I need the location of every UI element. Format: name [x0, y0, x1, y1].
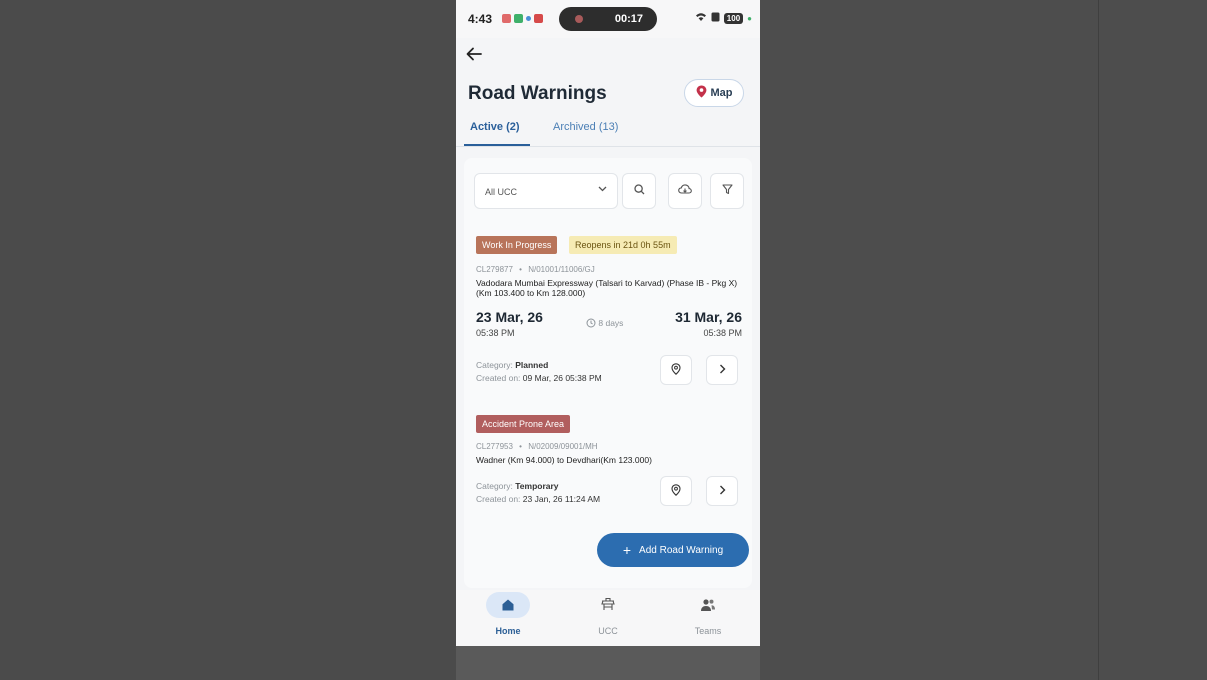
duration-text: 8 days: [598, 318, 624, 328]
location-button[interactable]: [660, 355, 692, 385]
location-button[interactable]: [660, 476, 692, 506]
duration: 8 days: [586, 318, 623, 328]
home-icon: [486, 592, 530, 618]
nav-teams-label: Teams: [694, 626, 722, 636]
add-road-warning-label: Add Road Warning: [639, 544, 724, 556]
filter-icon: [721, 182, 733, 200]
created-label: Created on:: [476, 373, 521, 383]
battery-icon: 100: [723, 13, 744, 24]
warning-description: Vadodara Mumbai Expressway (Talsari to K…: [476, 278, 738, 298]
chevron-right-icon: [719, 363, 726, 377]
end-date: 31 Mar, 26: [675, 309, 742, 325]
add-road-warning-button[interactable]: + Add Road Warning: [597, 533, 749, 567]
background-edge: [1098, 0, 1099, 680]
notification-icon: [514, 13, 523, 23]
created-on: Created on: 09 Mar, 26 05:38 PM: [476, 373, 602, 383]
nav-ucc[interactable]: UCC: [568, 592, 648, 636]
created-on: Created on: 23 Jan, 26 11:24 AM: [476, 494, 600, 504]
status-time: 4:43: [468, 12, 493, 26]
open-details-button[interactable]: [706, 476, 738, 506]
warning-route: N/01001/11006/GJ: [528, 265, 595, 274]
ucc-select[interactable]: All UCC: [474, 173, 618, 209]
nav-home-label: Home: [495, 626, 521, 636]
category-value: Temporary: [515, 481, 559, 491]
status-bar: 4:43 00:17 100 ●: [456, 0, 760, 38]
recording-timer: 00:17: [614, 13, 643, 25]
background-left: [0, 0, 456, 680]
cloud-download-icon: [678, 182, 692, 200]
plus-icon: +: [622, 542, 632, 558]
nfc-icon: [711, 12, 720, 25]
record-dot-icon: [575, 15, 583, 23]
start-time: 05:38 PM: [476, 328, 515, 338]
page-title: Road Warnings: [468, 83, 607, 104]
recording-pill[interactable]: 00:17: [559, 7, 657, 31]
category-value: Planned: [515, 360, 549, 370]
map-pin-icon: [696, 85, 707, 101]
warning-meta: CL277953 • N/02009/09001/MH: [476, 442, 598, 451]
warning-meta: CL279877 • N/01001/11006/GJ: [476, 265, 595, 274]
search-button[interactable]: [622, 173, 656, 209]
status-badge: Work In Progress: [476, 236, 558, 254]
notification-icon: [502, 13, 511, 23]
category-label: Category:: [476, 360, 513, 370]
created-value: 09 Mar, 26 05:38 PM: [522, 373, 602, 383]
warning-description: Wadner (Km 94.000) to Devdhari(Km 123.00…: [476, 455, 652, 465]
separator: •: [519, 442, 522, 451]
nav-ucc-label: UCC: [598, 626, 618, 636]
map-button-label: Map: [710, 87, 733, 99]
ucc-icon: [586, 592, 630, 618]
warning-route: N/02009/09001/MH: [528, 442, 598, 451]
reopen-badge: Reopens in 21d 0h 55m: [569, 236, 677, 254]
end-time: 05:38 PM: [703, 328, 742, 338]
map-button[interactable]: Map: [684, 79, 744, 107]
download-button[interactable]: [668, 173, 702, 209]
start-date: 23 Mar, 26: [476, 309, 543, 325]
warning-id: CL279877: [476, 265, 513, 274]
nav-teams[interactable]: Teams: [668, 592, 748, 636]
category: Category: Planned: [476, 360, 548, 370]
background-right: [760, 0, 1207, 680]
ucc-select-value: All UCC: [485, 187, 518, 197]
notification-icon: [526, 15, 531, 21]
system-icons: 100 ●: [695, 12, 752, 25]
status-badge: Accident Prone Area: [476, 415, 571, 433]
clock-icon: [586, 318, 598, 328]
tab-archived[interactable]: Archived (13): [553, 121, 618, 133]
notification-icon: [534, 13, 543, 23]
tab-active[interactable]: Active (2): [470, 121, 520, 133]
created-value: 23 Jan, 26 11:24 AM: [522, 494, 601, 504]
category-label: Category:: [476, 481, 513, 491]
teams-icon: [686, 592, 730, 618]
bottom-nav: Home UCC Teams: [456, 590, 760, 646]
notification-icons: [502, 13, 543, 23]
category: Category: Temporary: [476, 481, 559, 491]
search-icon: [633, 182, 645, 200]
phone-bottom-bezel: [456, 646, 760, 680]
filter-button[interactable]: [710, 173, 744, 209]
open-details-button[interactable]: [706, 355, 738, 385]
tab-divider: [456, 146, 760, 147]
chevron-right-icon: [719, 484, 726, 498]
nav-home[interactable]: Home: [468, 592, 548, 636]
chevron-down-icon: [598, 184, 607, 195]
phone-screen: 4:43 00:17 100 ● Road Warnings Map Activ…: [456, 0, 760, 680]
location-pin-icon: [671, 483, 681, 499]
back-arrow-icon[interactable]: [466, 44, 482, 67]
created-label: Created on:: [476, 494, 521, 504]
wifi-icon: [695, 12, 707, 25]
charging-dot-icon: ●: [747, 14, 752, 23]
location-pin-icon: [671, 362, 681, 378]
warning-id: CL277953: [476, 442, 513, 451]
separator: •: [519, 265, 522, 274]
